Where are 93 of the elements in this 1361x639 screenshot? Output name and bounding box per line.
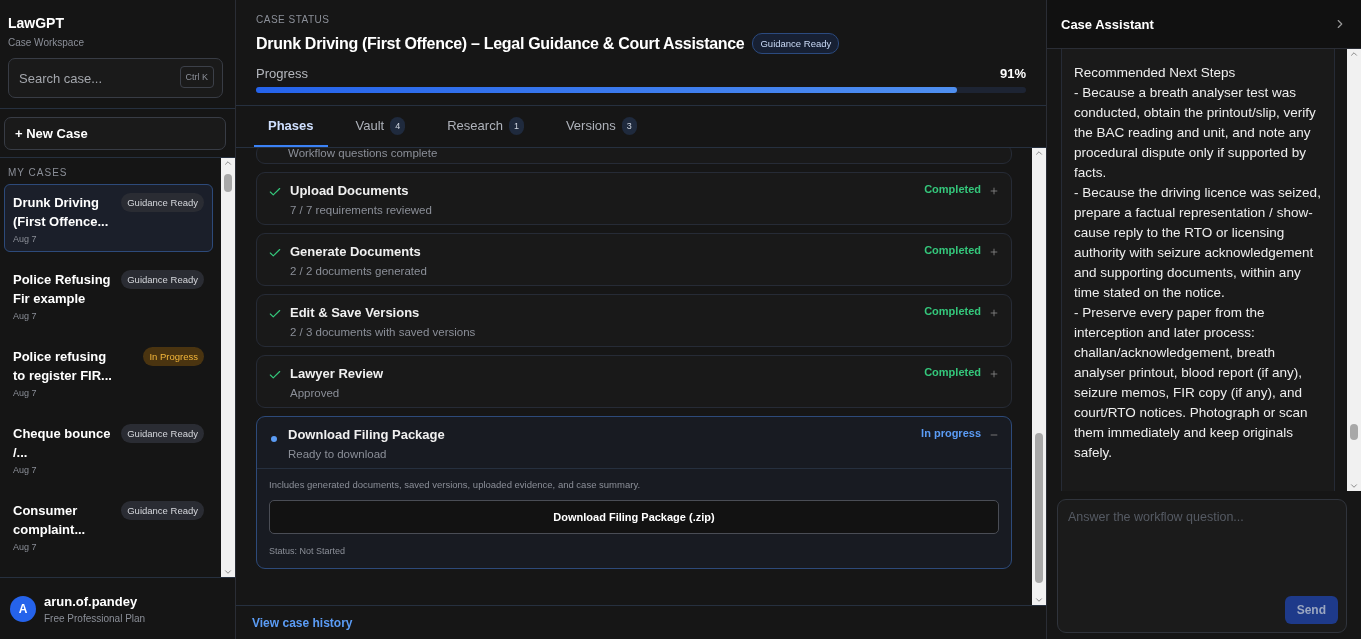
case-date: Aug 7	[13, 234, 38, 244]
phase-title: Edit & Save Versions	[290, 305, 421, 320]
history-link[interactable]: View case history	[252, 615, 353, 630]
case-title: Drunk Driving (First Offence...	[13, 194, 110, 231]
scroll-down-icon[interactable]	[223, 567, 233, 577]
case-date: Aug 7	[13, 542, 38, 552]
case-title: Consumer complaint...	[13, 502, 87, 539]
scroll-up-icon[interactable]	[223, 158, 233, 168]
scrollbar[interactable]	[1347, 49, 1361, 491]
user-name: arun.of.pandey	[44, 593, 139, 609]
panel-title: Case Assistant	[1061, 16, 1154, 32]
message-text: - Because a breath analyser test was conducted, obtain the printout/slip, verify the BAC reading and unit, and note any procedural dispute only if supported by facts.	[1074, 84, 1317, 182]
case-item[interactable]: Police refusing to register FIR... Aug 7 In Progress	[4, 338, 213, 406]
case-title: Police Refusing Fir example	[13, 271, 112, 308]
message-text: - Preserve every paper from the interception and later process: challan/acknowledgement, breath analyser printout, blood report (if any), seizure memos, FIR copy (if any), and court/RTO notices. Photograph or scan them immediately and keep originals safely.	[1074, 304, 1309, 462]
scrollbar[interactable]	[1032, 148, 1046, 605]
phase-card[interactable]: Upload Documents 7 / 7 requirements reviewed Completed	[256, 172, 1012, 225]
phase-subtitle: Approved	[290, 387, 341, 399]
app-logo-text: LawGPT	[8, 15, 65, 31]
status-badge: Guidance Ready	[121, 193, 204, 212]
progress-dot-icon	[271, 436, 277, 442]
status-badge: Guidance Ready	[121, 270, 204, 289]
phase-status: Completed	[924, 244, 981, 256]
phase-subtitle: 2 / 3 documents with saved versions	[290, 326, 477, 338]
send-button[interactable]: Send	[1284, 596, 1338, 624]
check-icon	[268, 368, 282, 382]
section-eyebrow: CASE STATUS	[256, 14, 331, 25]
status-badge: Guidance Ready	[121, 424, 204, 443]
case-item[interactable]: Cheque bounce /... Aug 7 Guidance Ready	[4, 415, 213, 483]
check-icon	[268, 246, 282, 260]
answer-field[interactable]: Answer the workflow question... Send	[1057, 499, 1347, 633]
progress-label: Progress	[256, 66, 309, 81]
case-heading: Drunk Driving (First Offence) – Legal Guidance & Court Assistance	[256, 34, 745, 53]
phase-subtitle: Ready to download	[288, 448, 388, 460]
case-item[interactable]: Consumer complaint... Aug 7 Guidance Ready	[4, 492, 213, 560]
case-item[interactable]: Police Refusing Fir example Aug 7 Guidance Ready	[4, 261, 213, 329]
message-text: Recommended Next Steps	[1074, 64, 1237, 82]
phase-title: Generate Documents	[290, 244, 422, 259]
scroll-thumb[interactable]	[1350, 424, 1358, 440]
status-badge: Guidance Ready	[752, 33, 840, 54]
status-badge: In Progress	[143, 347, 204, 366]
shortcut-hint: Ctrl K	[179, 66, 214, 88]
tab[interactable]: Versions 3	[551, 106, 651, 147]
tab-count: 4	[390, 116, 406, 135]
phase-card[interactable]: Generate Documents 2 / 2 documents generated Completed	[256, 233, 1012, 286]
case-title: Police refusing to register FIR...	[13, 348, 113, 385]
message-text: - Because the driving licence was seized, prepare a factual representation / show-cause reply to the RTO or licensing authority with seizure acknowledgement and supporting documents, within any time stated on the notice.	[1074, 184, 1322, 302]
case-date: Aug 7	[13, 465, 38, 475]
phase-footnote: Status: Not Started	[269, 546, 347, 556]
expand-icon[interactable]	[989, 186, 999, 196]
phase-title: Lawyer Review	[290, 366, 385, 381]
expand-icon[interactable]	[989, 247, 999, 257]
download-button[interactable]: Download Filing Package (.zip)	[269, 500, 999, 534]
section-title: MY CASES	[7, 166, 69, 180]
scroll-up-icon[interactable]	[1349, 49, 1359, 59]
scroll-up-icon[interactable]	[1034, 148, 1044, 158]
app-subtitle: Case Workspace	[8, 37, 85, 48]
tab-count: 1	[508, 116, 524, 135]
phase-card[interactable]: Workflow questions complete	[256, 148, 1012, 164]
phase-description: Includes generated documents, saved versions, uploaded evidence, and case summary.	[269, 479, 642, 490]
phase-status: In progress	[921, 427, 981, 439]
case-title: Cheque bounce /...	[13, 425, 112, 462]
phase-subtitle: Workflow questions complete	[288, 148, 439, 159]
scroll-down-icon[interactable]	[1349, 481, 1359, 491]
phase-card[interactable]: Lawyer Review Approved Completed	[256, 355, 1012, 408]
phase-card[interactable]: Edit & Save Versions 2 / 3 documents with saved versions Completed	[256, 294, 1012, 347]
phase-status: Completed	[924, 183, 981, 195]
scroll-thumb[interactable]	[1035, 433, 1043, 583]
check-icon	[268, 185, 282, 199]
phase-status: Completed	[924, 305, 981, 317]
tab-count: 3	[621, 116, 637, 135]
status-badge: Guidance Ready	[121, 501, 204, 520]
avatar[interactable]: A	[10, 595, 36, 622]
phase-status: Completed	[924, 366, 981, 378]
case-date: Aug 7	[13, 388, 38, 398]
tab[interactable]: Research 1	[433, 106, 538, 147]
tab[interactable]: Vault 4	[341, 106, 420, 147]
phase-title: Upload Documents	[290, 183, 410, 198]
phase-subtitle: 2 / 2 documents generated	[290, 265, 428, 277]
expand-icon[interactable]	[989, 369, 999, 379]
scroll-down-icon[interactable]	[1034, 595, 1044, 605]
case-date: Aug 7	[13, 311, 38, 321]
scroll-thumb[interactable]	[224, 174, 232, 192]
phase-card[interactable]: Download Filing Package Ready to download In progress Includes generated documents, saved versions, uploaded evidence, and case summary. Download Filing Package (.zip) Status: Not Started	[256, 416, 1012, 569]
scrollbar[interactable]	[221, 158, 235, 577]
check-icon	[268, 307, 282, 321]
phase-title: Download Filing Package	[288, 427, 446, 442]
new-case-button[interactable]: + New Case	[4, 117, 226, 150]
phase-subtitle: 7 / 7 requirements reviewed	[290, 204, 433, 216]
expand-icon[interactable]	[989, 308, 999, 318]
user-plan: Free Professional Plan	[44, 612, 146, 624]
case-item[interactable]: Drunk Driving (First Offence... Aug 7 Guidance Ready	[4, 184, 213, 252]
progress-value: 91%	[999, 66, 1026, 81]
